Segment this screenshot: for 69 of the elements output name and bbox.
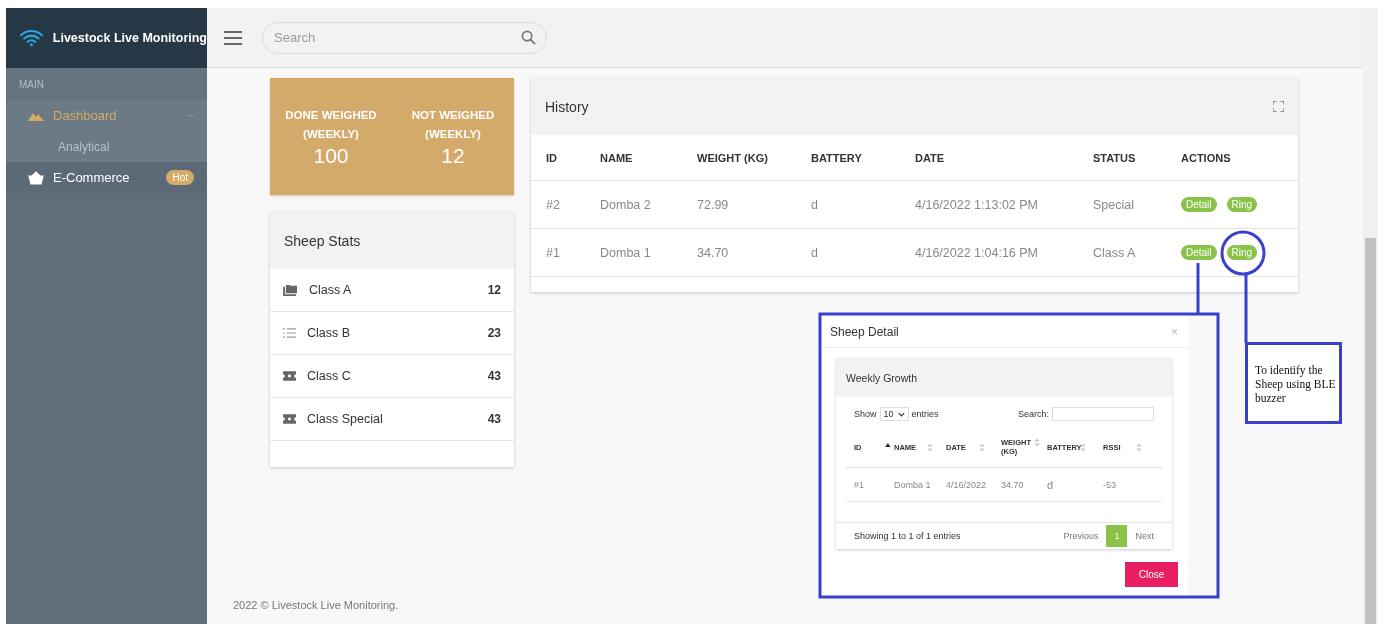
list-icon: [283, 328, 296, 338]
card-title: History: [545, 98, 589, 115]
table-cell-text: 72.99: [697, 197, 730, 212]
panel-title: Weekly Growth: [846, 371, 917, 384]
column-header: BATTERY: [811, 151, 863, 164]
table-cell-text: Special: [1093, 197, 1135, 212]
column-header: DATE: [915, 151, 946, 164]
fullscreen-icon[interactable]: [1273, 101, 1284, 112]
stat-value: 12: [441, 143, 465, 168]
menu-icon[interactable]: [224, 30, 242, 45]
class-label: Class C: [307, 369, 352, 383]
search-field[interactable]: Search: [262, 21, 547, 54]
callout-text: To identify the Sheep using BLE buzzer: [1255, 364, 1336, 404]
chevron-down-icon: [897, 411, 905, 417]
card-title: Sheep Stats: [284, 232, 361, 249]
table-cell-text: 34.70: [1001, 479, 1025, 490]
ticket-icon: [283, 414, 296, 424]
page-size-select[interactable]: 10: [879, 407, 909, 421]
table-cell-text: 4/16/2022: [946, 479, 988, 490]
hot-badge: Hot: [166, 170, 194, 185]
stat-value: 100: [313, 143, 349, 168]
table-cell-text: Class A: [1093, 245, 1137, 260]
table-cell-text: 4/16/2022 1:04:16 PM: [915, 245, 1039, 260]
table-cell-text: Domba 1: [894, 479, 932, 490]
show-label: Show: [854, 409, 877, 419]
section-label: MAIN: [19, 78, 44, 90]
class-count: 43: [487, 369, 501, 383]
class-label: Class B: [307, 326, 352, 340]
ticket-icon: [283, 371, 296, 381]
table-cell-text: d: [811, 245, 819, 260]
class-count: 43: [487, 412, 501, 426]
search-icon: [521, 29, 536, 45]
footer-text: 2022 © Livestock Live Monitoring.: [233, 599, 399, 611]
table-cell-text: #2: [546, 197, 561, 212]
column-header: STATUS: [1093, 151, 1137, 164]
photos-icon: [283, 284, 298, 296]
column-header: WEIGHT (KG): [697, 151, 769, 164]
entries-info: Showing 1 to 1 of 1 entries: [854, 531, 961, 541]
close-button[interactable]: Close: [1125, 562, 1178, 587]
table-cell-text: #1: [546, 245, 561, 260]
class-label: Class Special: [307, 412, 384, 426]
table-cell-text: d: [1047, 478, 1055, 491]
search-label: Search:: [1017, 409, 1049, 419]
class-count: 12: [487, 283, 501, 297]
stat-label: NOT WEIGHED (WEEKLY): [410, 107, 496, 142]
stat-label: DONE WEIGHED (WEEKLY): [284, 107, 378, 142]
modal-title: Sheep Detail: [830, 324, 899, 339]
table-cell-text: #1: [854, 479, 865, 490]
entries-label: entries: [911, 409, 939, 419]
table-cell-text: Domba 1: [600, 245, 652, 260]
sidebar-item[interactable]: E-Commerce Hot: [6, 162, 207, 193]
table-cell-text: d: [811, 197, 819, 212]
leader-line: [1196, 263, 1200, 313]
previous-button[interactable]: Previous: [1055, 525, 1107, 547]
highlight-circle: [1220, 230, 1266, 276]
table-cell-text: 34.70: [697, 245, 730, 260]
table-cell-text: Domba 2: [600, 197, 652, 212]
class-count: 23: [487, 326, 501, 340]
next-button[interactable]: Next: [1127, 525, 1162, 547]
search-field[interactable]: [1052, 407, 1154, 421]
table-cell-text: 4/16/2022 1:13:02 PM: [915, 197, 1039, 212]
class-label: Class A: [309, 283, 353, 297]
scrollbar[interactable]: [1363, 8, 1378, 624]
app-title: Livestock Live Monitoring: [52, 31, 207, 45]
table-cell-text: -53: [1103, 479, 1117, 490]
wifi-icon: [20, 29, 43, 47]
column-header: ID: [546, 151, 558, 164]
column-header: NAME: [600, 151, 634, 164]
column-header: ACTIONS: [1181, 151, 1232, 164]
